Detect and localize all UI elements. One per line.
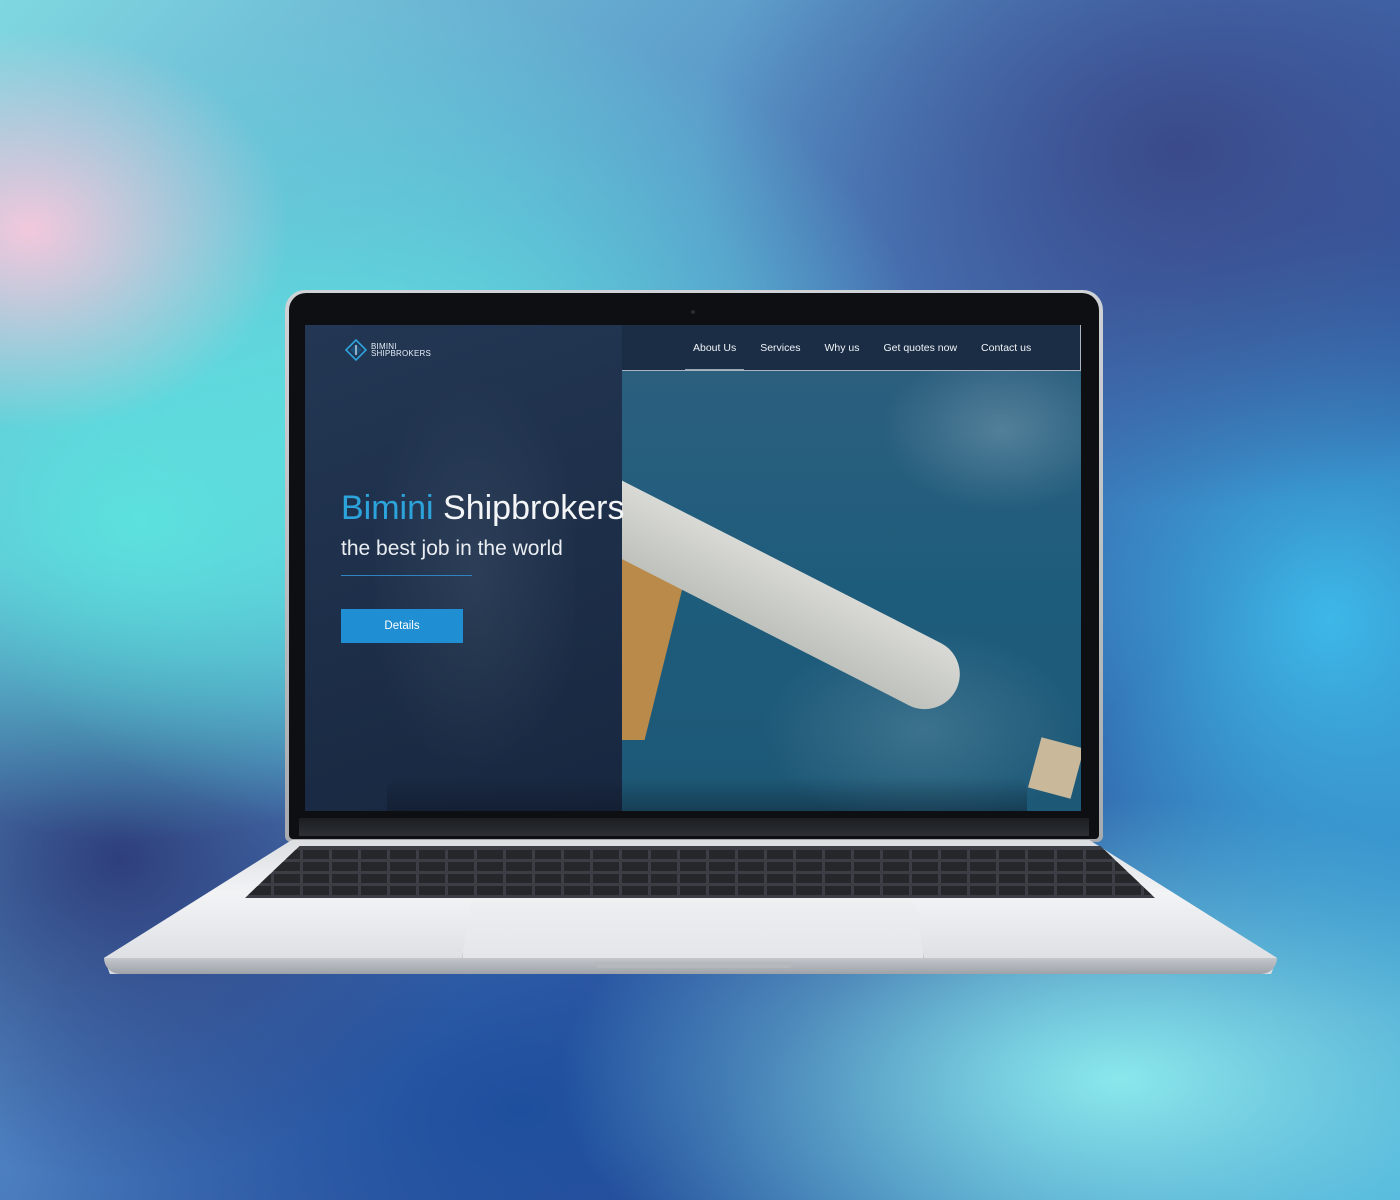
logo-text: BIMINI SHIPBROKERS — [371, 343, 431, 358]
hero-panel — [305, 325, 622, 811]
details-button[interactable]: Details — [341, 609, 463, 643]
nav-why-us[interactable]: Why us — [812, 325, 871, 370]
hinge — [299, 818, 1089, 836]
hero-subtitle: the best job in the world — [341, 537, 563, 560]
logo-line-2: SHIPBROKERS — [371, 349, 431, 358]
nav-services[interactable]: Services — [748, 325, 812, 370]
header-vertical-divider — [1080, 325, 1081, 370]
main-nav: About Us Services Why us Get quotes now … — [681, 325, 1043, 370]
hero-underline — [341, 575, 472, 576]
hero-title-rest: Shipbrokers — [443, 489, 625, 527]
site-logo[interactable]: BIMINI SHIPBROKERS — [345, 339, 431, 361]
screen-reflection — [387, 777, 1027, 811]
lid-notch — [594, 962, 794, 968]
nav-get-quotes[interactable]: Get quotes now — [871, 325, 969, 370]
keyboard — [245, 846, 1155, 898]
website-screen: BIMINI SHIPBROKERS About Us Services Why… — [305, 325, 1081, 811]
logo-diamond-icon — [345, 339, 367, 361]
header-divider — [622, 370, 1081, 371]
site-header: BIMINI SHIPBROKERS About Us Services Why… — [305, 325, 1081, 371]
hero-title: Bimini Shipbrokers — [341, 489, 624, 528]
nav-about-us[interactable]: About Us — [681, 325, 748, 370]
hero-photo — [622, 370, 1081, 811]
hero-title-accent: Bimini — [341, 489, 434, 527]
trackpad — [462, 902, 924, 958]
nav-contact-us[interactable]: Contact us — [969, 325, 1043, 370]
camera-icon — [691, 310, 695, 314]
